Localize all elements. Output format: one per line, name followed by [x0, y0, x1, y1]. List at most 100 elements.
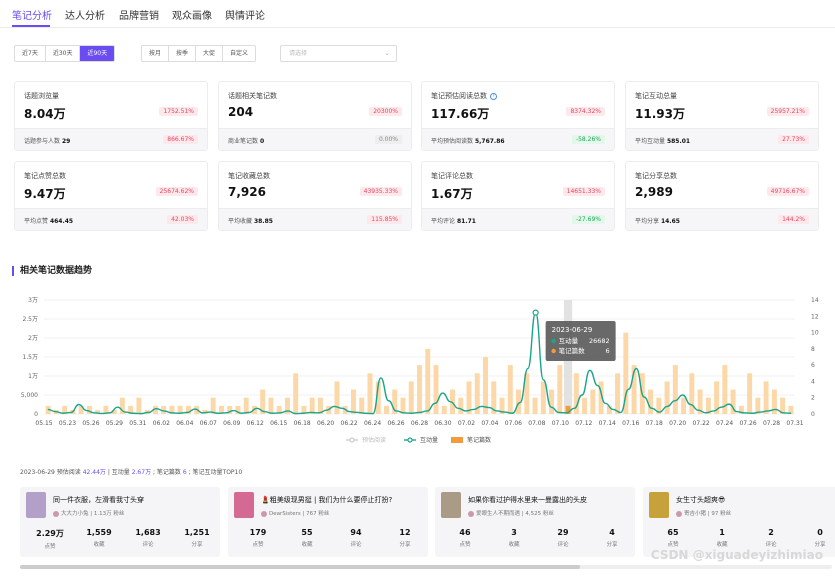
metric-change-badge: 25957.21%: [766, 107, 809, 116]
trend-chart-svg: 0 5,000 1万 1.5万 2万 2.5万 3万 0 2 4 6 8 10 12 14 05.15 05.2…: [21, 297, 819, 444]
note-stat-value: 179: [249, 528, 267, 537]
x-tick-label: 05.23: [59, 420, 76, 427]
note-stat-label: 点赞: [252, 542, 264, 548]
tab-note-analysis[interactable]: 笔记分析: [12, 7, 52, 22]
summary-date: 2023-06-29: [20, 469, 55, 476]
range-7d-button[interactable]: 近7天: [15, 46, 46, 61]
chart-bar: [334, 381, 340, 414]
summary-inter-label: 互动量: [111, 469, 130, 476]
metric-label: 话题浏览量: [24, 92, 59, 100]
x-tick-label: 05.26: [82, 420, 99, 427]
chart-bar: [367, 373, 373, 414]
tooltip-date: 2023-06-29: [552, 326, 593, 334]
note-stat-label: 收藏: [93, 542, 105, 548]
metric-change-badge: 25674.62%: [155, 187, 198, 196]
note-card[interactable]: 同一件衣服，左滑看我寸头穿 大大力小兔 | 1.13万 粉丝 2.29万 点赞 1,55…: [20, 487, 220, 557]
note-thumbnail[interactable]: [26, 492, 46, 518]
x-tick-label: 07.20: [669, 420, 686, 427]
x-tick-label: 07.28: [763, 420, 780, 427]
tab-audience-portrait[interactable]: 观众画像: [172, 7, 212, 22]
note-stat-label: 点赞: [667, 542, 679, 548]
chart-bar: [540, 381, 546, 414]
y-right-tick-label: 8: [811, 346, 815, 353]
horizontal-scrollbar[interactable]: [20, 565, 832, 569]
period-promo-button[interactable]: 大促: [196, 46, 224, 61]
period-quarter-button[interactable]: 按季: [169, 46, 197, 61]
metric-label: 笔记收藏总数: [228, 172, 270, 180]
note-stat-value: 94: [350, 528, 362, 537]
x-tick-label: 06.04: [176, 420, 193, 427]
chart-bar: [408, 381, 414, 414]
highlight-point: [532, 309, 539, 316]
note-title[interactable]: 💄粗美级现男挺 | 我们为什么要停止打扮?: [261, 495, 392, 505]
note-stat-share: 12 分享: [381, 528, 429, 548]
x-tick-label: 06.30: [434, 420, 451, 427]
chart-bar: [516, 389, 522, 414]
note-title[interactable]: 如果你看过护得水里来一曼露出的头皮: [468, 495, 587, 505]
chart-bar: [351, 389, 356, 414]
period-dropdown[interactable]: 请选择 ⌄: [280, 45, 397, 62]
note-stat-comment: 2 评论: [747, 528, 795, 548]
note-stat-label: 收藏: [301, 542, 313, 548]
legend-item-label[interactable]: 笔记篇数: [467, 436, 491, 444]
avatar: [53, 510, 59, 517]
note-stat-likes: 2.29万点赞: [26, 528, 74, 550]
note-title[interactable]: 女生寸头超爽😎: [676, 495, 725, 505]
note-stat-value: 2: [768, 528, 774, 537]
note-stat-collect: 3 收藏: [490, 528, 538, 548]
chart-bar: [433, 365, 439, 414]
metric-value: 1.67万: [431, 187, 473, 201]
period-custom-button[interactable]: 自定义: [223, 46, 256, 61]
metric-footer-label: 话题参与人数 29: [24, 138, 71, 145]
chart-bar: [384, 405, 389, 414]
x-tick-label: 06.15: [270, 420, 287, 427]
note-stat-label: 收藏: [508, 542, 520, 548]
note-card[interactable]: 如果你看过护得水里来一曼露出的头皮 爱眼生人不期而遇 | 4,525 粉丝 46 点赞…: [435, 487, 635, 557]
info-icon[interactable]: ?: [490, 92, 497, 100]
range-30d-button[interactable]: 近30天: [45, 46, 81, 61]
period-month-button[interactable]: 按月: [142, 46, 170, 61]
note-stat-label: 评论: [765, 542, 777, 548]
tab-kol-analysis[interactable]: 达人分析: [65, 7, 105, 22]
note-thumbnail[interactable]: [441, 492, 461, 518]
note-stat-comment: 94 评论: [332, 528, 380, 548]
note-card[interactable]: 女生寸头超爽😎 寄吉小猪 | 97 粉丝 65 点赞 1 收藏 2 评论 0 分享: [643, 487, 835, 557]
chart-bar: [747, 373, 753, 414]
note-stat-value: 2.29万: [36, 529, 64, 538]
metric-footer-label: 平均互动量 585.01: [635, 138, 691, 145]
tab-brand-marketing[interactable]: 品牌营销: [119, 7, 159, 22]
scrollbar-thumb[interactable]: [20, 565, 580, 569]
note-title[interactable]: 同一件衣服，左滑看我寸头穿: [53, 495, 144, 505]
legend-item-label[interactable]: 互动量: [420, 437, 438, 444]
metric-footer-change-badge: 42.03%: [167, 215, 198, 224]
note-stat-likes: 46 点赞: [441, 528, 489, 548]
chart-bar: [441, 405, 447, 414]
chevron-down-icon: ⌄: [384, 49, 390, 57]
metric-value: 7,926: [228, 185, 266, 199]
legend-item-label[interactable]: 预估阅读: [362, 436, 386, 444]
y-left-tick-label: 1万: [28, 373, 38, 380]
note-stat-label: 分享: [814, 542, 826, 548]
range-90d-button[interactable]: 近90天: [80, 46, 115, 61]
note-stat-share: 1,251 分享: [173, 528, 221, 548]
note-thumbnail[interactable]: [649, 492, 669, 518]
metric-label: 笔记预估阅读总数?: [431, 91, 497, 101]
metric-card: 笔记点赞总数 9.47万 25674.62% 平均点赞 464.45 42.03%: [14, 161, 208, 231]
y-right-tick-label: 10: [811, 330, 819, 337]
tab-sentiment-comments[interactable]: 舆情评论: [225, 7, 265, 22]
note-author: DearSisters | 767 粉丝: [261, 509, 329, 517]
note-author: 寄吉小猪 | 97 粉丝: [676, 509, 731, 517]
note-thumbnail[interactable]: [234, 492, 254, 518]
metric-footer: 平均点赞 464.45 42.03%: [15, 208, 207, 230]
chart-bar: [549, 389, 555, 414]
metric-footer: 平均分享 14.65 144.2%: [626, 208, 818, 230]
note-stat-share: 0 分享: [796, 528, 835, 548]
y-left-tick-label: 3万: [28, 297, 38, 304]
note-stat-label: 点赞: [44, 544, 56, 550]
metric-footer-label: 平均点赞 464.45: [24, 218, 74, 225]
metric-footer-label: 平均收藏 38.85: [228, 218, 273, 225]
x-tick-label: 07.04: [481, 420, 498, 427]
x-tick-label: 07.12: [575, 420, 592, 427]
x-tick-label: 05.15: [35, 420, 52, 427]
note-card[interactable]: 💄粗美级现男挺 | 我们为什么要停止打扮? DearSisters | 767 粉…: [228, 487, 428, 557]
